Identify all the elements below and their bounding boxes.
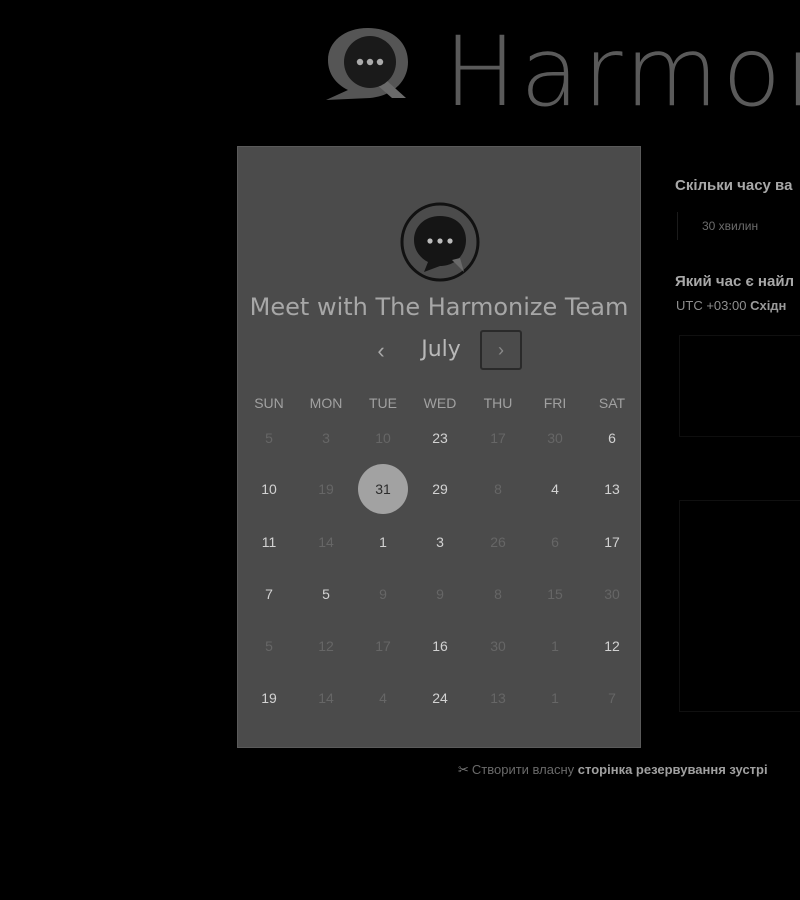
weekday-label: WED <box>423 395 457 411</box>
calendar-day: 30 <box>547 430 563 446</box>
calendar-day[interactable]: 29 <box>415 464 465 514</box>
scissors-icon: ✂ <box>458 762 469 777</box>
calendar-day[interactable]: 3 <box>415 517 465 567</box>
calendar-day: 4 <box>379 690 387 706</box>
footer-text: Створити власну <box>471 762 575 777</box>
calendar-day: 30 <box>490 638 506 654</box>
calendar-day: 6 <box>551 534 559 550</box>
calendar-day[interactable]: 11 <box>244 517 294 567</box>
calendar-day: 1 <box>551 690 559 706</box>
next-month-button[interactable]: › <box>480 330 522 370</box>
chat-logo-icon <box>400 202 480 282</box>
booking-page: Harmonize Meet with The Harmonize Team ‹… <box>0 0 800 900</box>
timezone-offset: UTC +03:00 <box>676 298 747 313</box>
calendar-day: 9 <box>436 586 444 602</box>
month-navigation: ‹ July › <box>238 330 640 372</box>
time-slot-area <box>679 500 800 712</box>
calendar-day: 7 <box>608 690 616 706</box>
calendar-day[interactable]: 23 <box>415 413 465 463</box>
calendar-day[interactable]: 5 <box>301 569 351 619</box>
calendar-day: 14 <box>318 690 334 706</box>
footer-link-bold: сторінка резервування зустрі <box>577 762 768 777</box>
weekday-label: TUE <box>369 395 397 411</box>
time-question: Який час є найл <box>675 273 795 290</box>
calendar-day: 1 <box>551 638 559 654</box>
footer-link[interactable]: ✂ Створити власну сторінка резервування з… <box>458 762 768 778</box>
duration-option[interactable]: 30 хвилин <box>677 212 758 240</box>
calendar-day: 3 <box>322 430 330 446</box>
duration-question: Скільки часу ва <box>675 177 793 194</box>
calendar-day: 13 <box>490 690 506 706</box>
calendar-day: 9 <box>379 586 387 602</box>
calendar-day: 8 <box>494 481 502 497</box>
weekday-label: MON <box>309 395 343 411</box>
chat-logo-icon <box>326 28 408 100</box>
weekday-label: FRI <box>543 395 567 411</box>
selected-day[interactable]: 31 <box>358 464 408 514</box>
calendar-day: 17 <box>490 430 506 446</box>
calendar-day[interactable]: 7 <box>244 569 294 619</box>
weekday-label: SAT <box>598 395 626 411</box>
calendar-day: 10 <box>375 430 391 446</box>
calendar-day[interactable]: 24 <box>415 673 465 723</box>
time-slot-area <box>679 335 800 437</box>
weekday-label: THU <box>483 395 513 411</box>
previous-month-button[interactable]: ‹ <box>366 334 396 368</box>
calendar-day[interactable]: 17 <box>587 517 637 567</box>
timezone-name: Східн <box>750 298 787 313</box>
calendar-day: 30 <box>604 586 620 602</box>
weekday-header: SUN MON TUE WED THU FRI SAT <box>238 395 642 415</box>
calendar-day[interactable]: 12 <box>587 621 637 671</box>
divider <box>679 436 800 437</box>
calendar-day[interactable]: 1 <box>358 517 408 567</box>
calendar-day: 17 <box>375 638 391 654</box>
month-label: July <box>421 337 461 362</box>
calendar-day: 19 <box>318 481 334 497</box>
calendar-day[interactable]: 19 <box>244 673 294 723</box>
calendar-day[interactable]: 6 <box>587 413 637 463</box>
weekday-label: SUN <box>254 395 284 411</box>
calendar-day[interactable]: 4 <box>530 464 580 514</box>
calendar-day: 26 <box>490 534 506 550</box>
calendar-day: 5 <box>265 638 273 654</box>
calendar-day: 12 <box>318 638 334 654</box>
calendar-panel: Meet with The Harmonize Team ‹ July › SU… <box>237 146 641 748</box>
meeting-title: Meet with The Harmonize Team <box>249 293 629 321</box>
calendar-day: 8 <box>494 586 502 602</box>
calendar-day[interactable]: 10 <box>244 464 294 514</box>
calendar-day[interactable]: 13 <box>587 464 637 514</box>
calendar-day: 14 <box>318 534 334 550</box>
calendar-day: 5 <box>265 430 273 446</box>
brand-name: Harmonize <box>444 16 800 128</box>
calendar-day[interactable]: 16 <box>415 621 465 671</box>
timezone-selector[interactable]: UTC +03:00 Східн <box>676 298 786 313</box>
calendar-day: 15 <box>547 586 563 602</box>
